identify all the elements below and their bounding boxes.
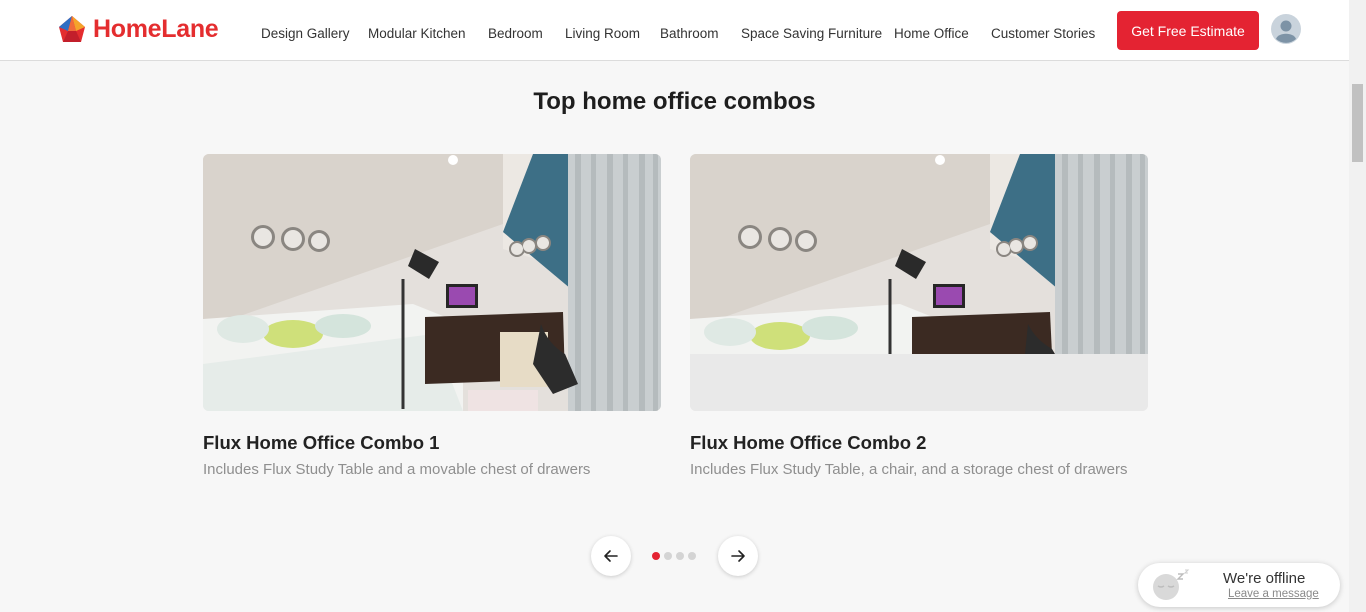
carousel-pagination bbox=[652, 552, 696, 560]
combo-card-1[interactable]: Flux Home Office Combo 1 Includes Flux S… bbox=[203, 154, 661, 478]
nav-home-office[interactable]: Home Office bbox=[894, 26, 969, 41]
carousel-prev-button[interactable] bbox=[591, 536, 631, 576]
page-scrollbar[interactable] bbox=[1349, 0, 1366, 612]
carousel-dot-1[interactable] bbox=[652, 552, 660, 560]
carousel-next-button[interactable] bbox=[718, 536, 758, 576]
nav-bathroom[interactable]: Bathroom bbox=[660, 26, 719, 41]
carousel-dot-4[interactable] bbox=[688, 552, 696, 560]
nav-customer-stories[interactable]: Customer Stories bbox=[991, 26, 1095, 41]
get-free-estimate-button[interactable]: Get Free Estimate bbox=[1117, 11, 1259, 50]
combo-1-image[interactable] bbox=[203, 154, 661, 411]
brand-name: HomeLane bbox=[93, 15, 219, 43]
combo-1-title[interactable]: Flux Home Office Combo 1 bbox=[203, 432, 661, 454]
nav-modular-kitchen[interactable]: Modular Kitchen bbox=[368, 26, 466, 41]
nav-living-room[interactable]: Living Room bbox=[565, 26, 640, 41]
arrow-left-icon bbox=[604, 550, 618, 562]
user-avatar-icon[interactable] bbox=[1271, 14, 1301, 44]
top-navbar: HomeLane Design Gallery Modular Kitchen … bbox=[0, 0, 1349, 61]
scrollbar-thumb[interactable] bbox=[1352, 84, 1363, 162]
arrow-right-icon bbox=[731, 550, 745, 562]
nav-space-saving-furniture[interactable]: Space Saving Furniture bbox=[741, 26, 882, 41]
chat-widget[interactable]: We're offline Leave a message bbox=[1138, 563, 1340, 607]
nav-bedroom[interactable]: Bedroom bbox=[488, 26, 543, 41]
leave-message-link[interactable]: Leave a message bbox=[1228, 588, 1319, 600]
combo-2-title[interactable]: Flux Home Office Combo 2 bbox=[690, 432, 1148, 454]
carousel-dot-3[interactable] bbox=[676, 552, 684, 560]
combo-1-description: Includes Flux Study Table and a movable … bbox=[203, 461, 591, 478]
carousel-dot-2[interactable] bbox=[664, 552, 672, 560]
combo-2-image[interactable] bbox=[690, 154, 1148, 411]
homelane-logo[interactable]: HomeLane bbox=[58, 15, 219, 43]
combo-card-2[interactable]: Flux Home Office Combo 2 Includes Flux S… bbox=[690, 154, 1148, 478]
combo-2-description: Includes Flux Study Table, a chair, and … bbox=[690, 461, 1128, 478]
sleeping-chat-icon bbox=[1153, 569, 1190, 600]
nav-design-gallery[interactable]: Design Gallery bbox=[261, 26, 350, 41]
homelane-logo-icon bbox=[59, 16, 85, 42]
chat-status: We're offline bbox=[1223, 570, 1306, 587]
section-title: Top home office combos bbox=[533, 88, 816, 115]
